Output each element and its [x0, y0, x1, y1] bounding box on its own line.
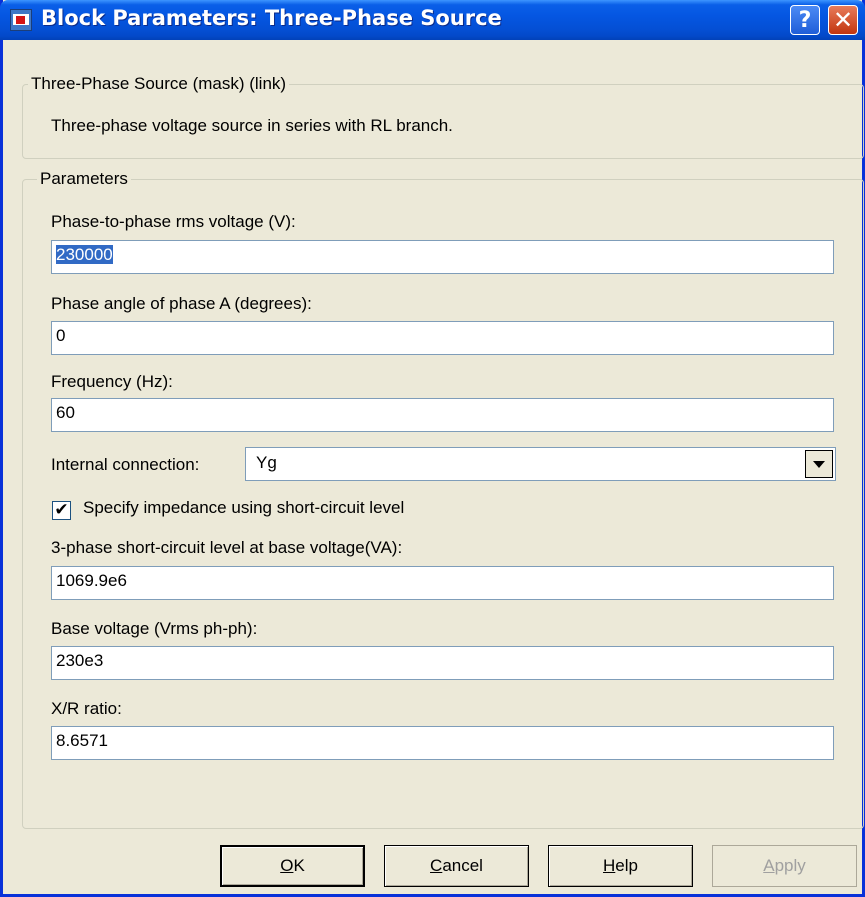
apply-label: pply [774, 856, 806, 875]
help-button[interactable]: Help [548, 845, 693, 887]
dropdown-arrow-icon[interactable] [805, 450, 833, 478]
frequency-input[interactable]: 60 [51, 398, 834, 432]
phase-angle-input[interactable]: 0 [51, 321, 834, 355]
short-circuit-level-input[interactable]: 1069.9e6 [51, 566, 834, 600]
parameters-legend: Parameters [37, 169, 131, 189]
cancel-mnemonic: C [430, 856, 443, 875]
help-title-button[interactable]: ? [790, 5, 820, 35]
base-voltage-input[interactable]: 230e3 [51, 646, 834, 680]
frequency-label: Frequency (Hz): [51, 372, 173, 391]
apply-button[interactable]: Apply [712, 845, 857, 887]
phase-angle-value: 0 [56, 326, 66, 345]
ok-label: K [293, 856, 305, 875]
help-mnemonic: H [603, 856, 616, 875]
frequency-value: 60 [56, 403, 75, 422]
phase-angle-label: Phase angle of phase A (degrees): [51, 294, 312, 313]
ok-mnemonic: O [280, 856, 294, 875]
mask-description-group: Three-Phase Source (mask) (link) Three-p… [22, 74, 864, 159]
voltage-value: 230000 [56, 245, 113, 264]
xr-ratio-input[interactable]: 8.6571 [51, 726, 834, 760]
specify-impedance-label[interactable]: Specify impedance using short-circuit le… [83, 498, 404, 518]
close-button[interactable]: ✕ [828, 5, 858, 35]
title-bar[interactable]: Block Parameters: Three-Phase Source ? ✕ [0, 0, 865, 40]
short-circuit-level-value: 1069.9e6 [56, 571, 127, 590]
help-label: elp [615, 856, 638, 875]
mask-group-legend: Three-Phase Source (mask) (link) [28, 74, 290, 94]
specify-impedance-checkbox[interactable]: ✔ [52, 501, 71, 520]
cancel-label: ancel [442, 856, 483, 875]
checkmark-icon: ✔ [54, 500, 69, 520]
internal-connection-label: Internal connection: [51, 455, 200, 474]
xr-ratio-value: 8.6571 [56, 731, 108, 750]
internal-connection-value: Yg [256, 453, 277, 472]
base-voltage-label: Base voltage (Vrms ph-ph): [51, 619, 258, 638]
apply-mnemonic: A [763, 856, 775, 875]
base-voltage-value: 230e3 [56, 651, 104, 670]
ok-button[interactable]: OK [220, 845, 365, 887]
simulink-block-icon [10, 9, 32, 31]
dialog-window: Block Parameters: Three-Phase Source ? ✕… [0, 0, 865, 897]
question-icon: ? [798, 7, 812, 33]
internal-connection-select[interactable]: Yg [245, 447, 836, 481]
close-icon: ✕ [832, 6, 854, 34]
voltage-label: Phase-to-phase rms voltage (V): [51, 212, 296, 231]
short-circuit-level-label: 3-phase short-circuit level at base volt… [51, 538, 403, 557]
voltage-input[interactable]: 230000 [51, 240, 834, 274]
xr-ratio-label: X/R ratio: [51, 699, 122, 718]
cancel-button[interactable]: Cancel [384, 845, 529, 887]
window-title: Block Parameters: Three-Phase Source [41, 6, 502, 30]
block-description: Three-phase voltage source in series wit… [51, 116, 453, 135]
